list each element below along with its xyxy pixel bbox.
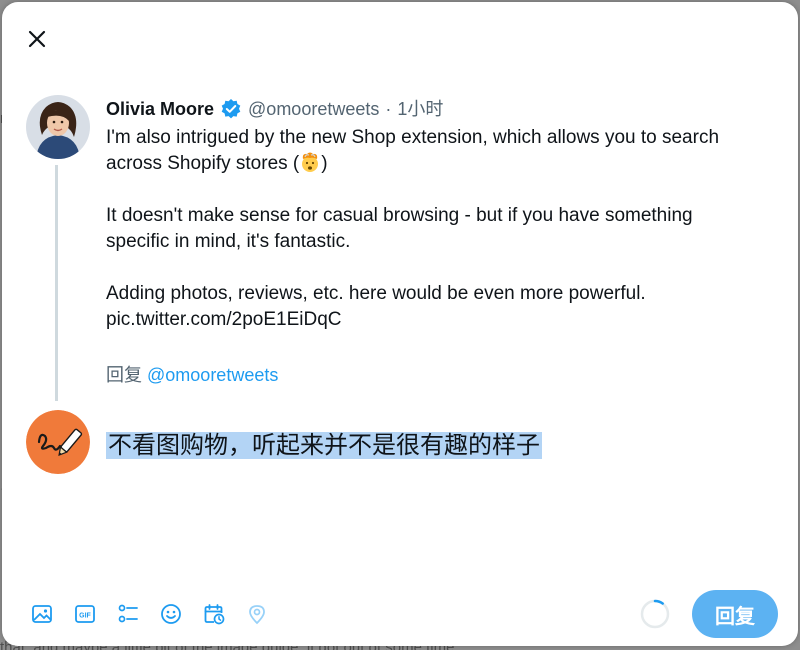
reply-composer[interactable]: 不看图购物，听起来并不是很有趣的样子 [106, 427, 766, 465]
quoted-tweet: Olivia Moore @omooretweets · 1小时 I'm als… [106, 98, 776, 387]
gif-icon: GIF [75, 605, 95, 623]
emoji-icon [161, 604, 181, 624]
verified-badge-icon [221, 99, 241, 119]
tweet-text-line: across Shopify stores ( ) [106, 151, 776, 177]
composer-text[interactable]: 不看图购物，听起来并不是很有趣的样子 [106, 432, 542, 459]
svg-text:GIF: GIF [79, 613, 91, 620]
exploding-head-emoji-icon [302, 152, 319, 172]
add-media-button[interactable] [26, 598, 58, 630]
add-gif-button[interactable]: GIF [69, 598, 101, 630]
user-avatar[interactable] [26, 410, 90, 474]
replying-to: 回复 @omooretweets [106, 361, 776, 387]
close-icon [28, 30, 46, 48]
tweet-body: I'm also intrigued by the new Shop exten… [106, 125, 776, 333]
reply-submit-button[interactable]: 回复 [692, 590, 778, 638]
tweet-text-line: specific in mind, it's fantastic. [106, 231, 351, 252]
close-button[interactable] [22, 24, 52, 54]
image-icon [32, 605, 52, 623]
schedule-button[interactable] [198, 598, 230, 630]
tag-location-button[interactable] [241, 598, 273, 630]
replying-to-label: 回复 [106, 365, 142, 385]
tweet-text-fragment-end: ) [321, 153, 328, 174]
tweet-text-fragment: across Shopify stores ( [106, 153, 300, 174]
composer-toolbar: GIF [26, 598, 273, 630]
tweet-header: Olivia Moore @omooretweets · 1小时 [106, 98, 776, 120]
author-handle[interactable]: @omooretweets [248, 98, 379, 120]
schedule-icon [204, 604, 225, 625]
thread-connector-line [55, 165, 58, 401]
author-avatar[interactable] [26, 95, 90, 159]
add-poll-button[interactable] [112, 598, 144, 630]
character-count-ring [640, 599, 670, 629]
add-emoji-button[interactable] [155, 598, 187, 630]
tweet-text-line: It doesn't make sense for casual browsin… [106, 205, 693, 226]
tweet-timestamp[interactable]: 1小时 [397, 98, 443, 120]
header-separator: · [385, 99, 392, 119]
tweet-media-link[interactable]: pic.twitter.com/2poE1EiDqC [106, 307, 776, 333]
tweet-text-line: Adding photos, reviews, etc. here would … [106, 283, 646, 304]
tweet-text-line: I'm also intrigued by the new Shop exten… [106, 127, 720, 148]
replying-to-mention[interactable]: @omooretweets [147, 365, 278, 385]
poll-icon [118, 604, 138, 623]
reply-dialog: Olivia Moore @omooretweets · 1小时 I'm als… [2, 2, 798, 646]
author-name[interactable]: Olivia Moore [106, 98, 214, 120]
location-icon [249, 605, 265, 625]
